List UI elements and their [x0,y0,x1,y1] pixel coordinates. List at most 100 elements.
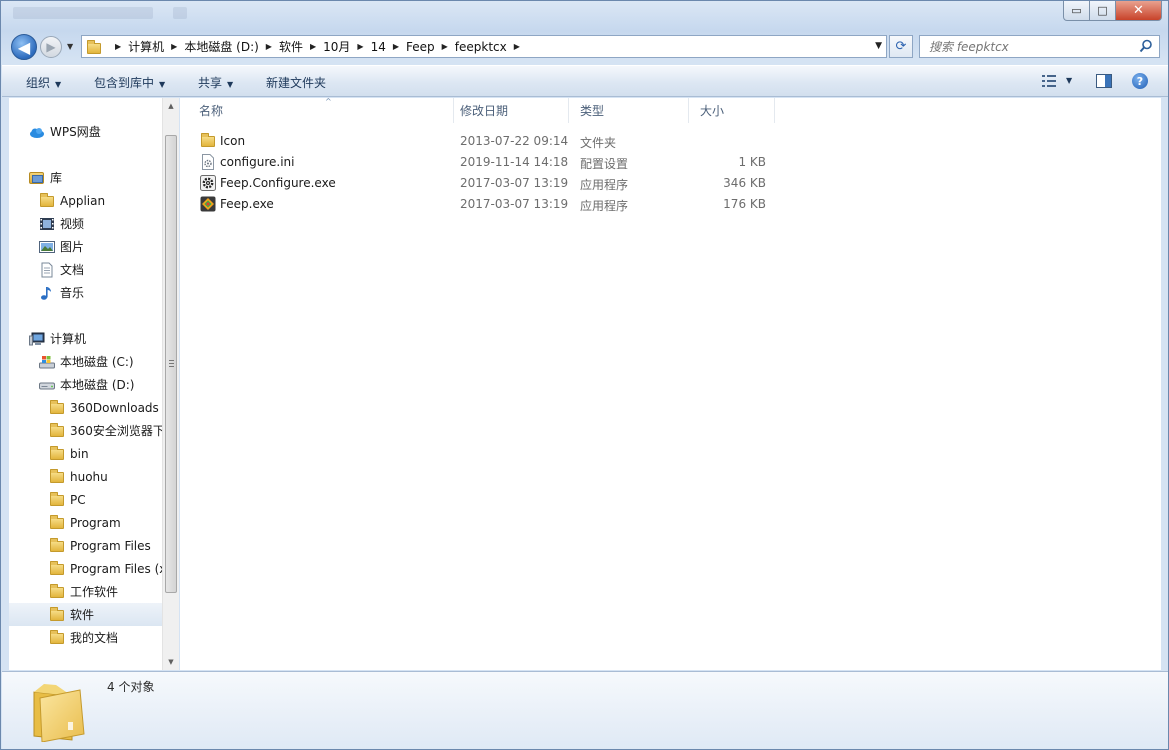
nav-item-bin[interactable]: bin [9,442,162,465]
back-button[interactable]: ◀ [11,34,37,60]
breadcrumb-feep[interactable]: Feep [406,40,435,54]
breadcrumb-separator-icon[interactable]: ▶ [115,42,121,51]
column-header-date-modified[interactable]: 修改日期 [449,98,569,123]
nav-item-program-files[interactable]: Program Files [9,534,162,557]
nav-item-program-files-x86[interactable]: Program Files (x [9,557,162,580]
folder-icon [49,538,65,554]
preview-pane-icon[interactable] [1096,74,1112,88]
window-title-blurred [13,7,153,19]
nav-scrollbar[interactable]: ▲ ▼ [162,98,179,670]
nav-item-program[interactable]: Program [9,511,162,534]
nav-item-drive-c[interactable]: 本地磁盘 (C:) [9,350,162,373]
nav-item-label: PC [70,493,86,507]
search-box[interactable] [919,35,1160,58]
close-button[interactable]: ✕ [1116,1,1162,21]
nav-item-computer[interactable]: 计算机 [9,327,162,350]
nav-item-label: 360安全浏览器下 [70,422,162,439]
minimize-button[interactable]: ▭ [1063,1,1090,21]
nav-item-music[interactable]: 音乐 [9,281,162,304]
scroll-thumb[interactable] [165,135,177,593]
file-size: 346 KB [688,176,766,190]
nav-item-pictures[interactable]: 图片 [9,235,162,258]
breadcrumb-feepktcx[interactable]: feepktcx [455,40,507,54]
scroll-up-arrow-icon[interactable]: ▲ [163,98,179,114]
nav-item-label: 文档 [60,261,84,278]
folder-icon [49,423,65,439]
maximize-button[interactable]: □ [1090,1,1116,21]
recent-pages-dropdown[interactable]: ▼ [67,42,73,51]
video-library-icon [39,216,55,232]
breadcrumb-separator-icon[interactable]: ▶ [393,42,399,51]
file-name: Feep.Configure.exe [220,176,336,190]
forward-button[interactable]: ▶ [40,36,62,58]
include-in-library-label: 包含到库中 [94,76,154,90]
breadcrumb-drive-d[interactable]: 本地磁盘 (D:) [184,38,258,55]
view-options-dropdown[interactable]: ▼ [1066,76,1072,85]
organize-menu[interactable]: 组织▼ [26,74,61,91]
breadcrumb-separator-icon[interactable]: ▶ [514,42,520,51]
breadcrumb-separator-icon[interactable]: ▶ [310,42,316,51]
breadcrumb-october[interactable]: 10月 [323,38,350,55]
share-label: 共享 [198,76,222,90]
address-bar[interactable]: ▶ 计算机 ▶ 本地磁盘 (D:) ▶ 软件 ▶ 10月 ▶ 14 ▶ Feep… [81,35,887,58]
column-label: 名称 [199,102,223,119]
nav-item-label: 我的文档 [70,629,118,646]
file-row[interactable]: Feep.exe 2017-03-07 13:19 应用程序 176 KB [198,194,898,215]
nav-item-videos[interactable]: 视频 [9,212,162,235]
search-icon[interactable] [1139,39,1153,53]
breadcrumb-14[interactable]: 14 [371,40,386,54]
refresh-button[interactable]: ⟳ [889,35,913,58]
include-in-library-menu[interactable]: 包含到库中 ▼ [94,74,165,91]
file-size: 176 KB [688,197,766,211]
address-history-dropdown[interactable]: ▼ [875,41,882,51]
column-header-name[interactable]: 名称 ^ [188,98,454,123]
nav-item-documents[interactable]: 文档 [9,258,162,281]
breadcrumb-separator-icon[interactable]: ▶ [171,42,177,51]
details-pane: 4 个对象 [2,671,1168,749]
file-row[interactable]: Icon 2013-07-22 09:14 文件夹 [198,131,898,152]
column-label: 大小 [700,102,724,119]
nav-item-my-documents[interactable]: 我的文档 [9,626,162,649]
folder-icon [49,515,65,531]
breadcrumb-separator-icon[interactable]: ▶ [442,42,448,51]
nav-item-huohu[interactable]: huohu [9,465,162,488]
file-type: 应用程序 [580,197,628,214]
nav-item-label: 音乐 [60,284,84,301]
change-view-icon[interactable] [1042,74,1056,88]
chevron-down-icon: ▼ [159,80,165,89]
search-input[interactable] [929,40,1129,54]
nav-item-360downloads[interactable]: 360Downloads [9,396,162,419]
nav-item-applian[interactable]: Applian [9,189,162,212]
column-label: 类型 [580,102,604,119]
breadcrumb-computer[interactable]: 计算机 [128,38,164,55]
ini-file-icon [200,154,216,170]
file-row[interactable]: Feep.Configure.exe 2017-03-07 13:19 应用程序… [198,173,898,194]
column-header-size[interactable]: 大小 [689,98,775,123]
file-row[interactable]: configure.ini 2019-11-14 14:18 配置设置 1 KB [198,152,898,173]
folder-icon [39,193,55,209]
nav-item-software[interactable]: 软件 [9,603,162,626]
folder-icon [49,400,65,416]
nav-item-pc[interactable]: PC [9,488,162,511]
nav-item-libraries[interactable]: 库 [9,166,162,189]
library-icon [29,170,45,186]
scroll-down-arrow-icon[interactable]: ▼ [163,654,179,670]
breadcrumb-software[interactable]: 软件 [279,38,303,55]
share-menu[interactable]: 共享▼ [198,74,233,91]
help-icon[interactable]: ? [1132,73,1148,89]
folder-icon [49,607,65,623]
nav-item-360-browser-downloads[interactable]: 360安全浏览器下 [9,419,162,442]
column-label: 修改日期 [460,102,508,119]
nav-item-work-software[interactable]: 工作软件 [9,580,162,603]
column-header-type[interactable]: 类型 [569,98,689,123]
new-folder-button[interactable]: 新建文件夹 [266,74,326,91]
nav-item-label: Program Files [70,539,151,553]
nav-item-drive-d[interactable]: 本地磁盘 (D:) [9,373,162,396]
folder-icon [49,469,65,485]
sort-ascending-icon: ^ [325,97,332,106]
document-library-icon [39,262,55,278]
nav-item-wps-cloud[interactable]: WPS网盘 [9,120,162,143]
breadcrumb-separator-icon[interactable]: ▶ [266,42,272,51]
nav-item-label: 计算机 [50,330,86,347]
breadcrumb-separator-icon[interactable]: ▶ [357,42,363,51]
